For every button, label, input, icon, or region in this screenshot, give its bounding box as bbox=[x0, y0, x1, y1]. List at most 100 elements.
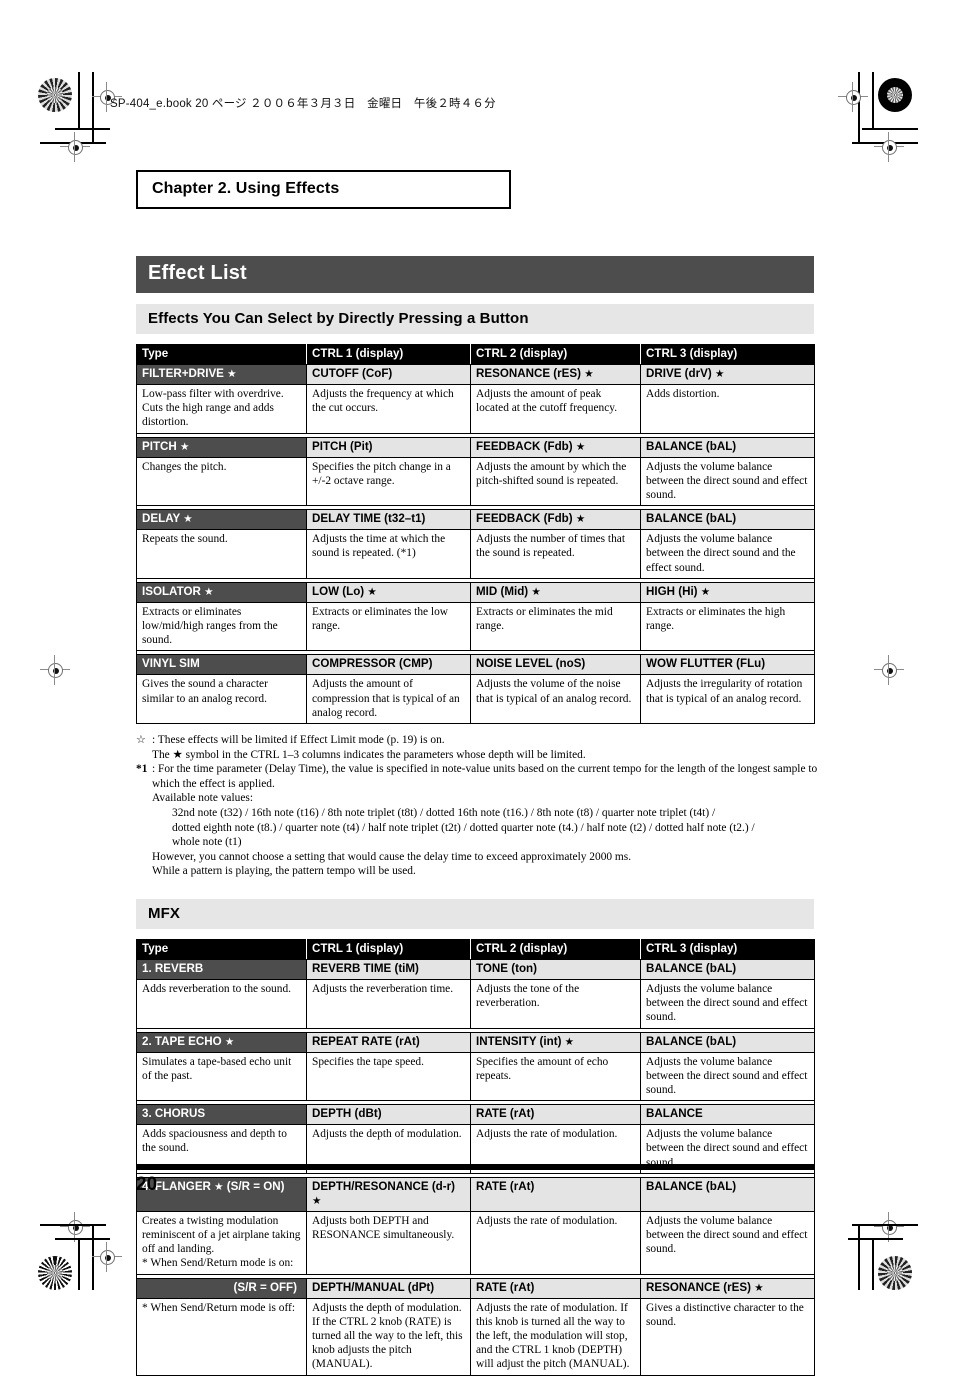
registration-rosette-top-right bbox=[878, 78, 912, 112]
ctrl-2-description-cell: Adjusts the amount of peak located at th… bbox=[470, 384, 641, 434]
page-title: Effect List bbox=[136, 256, 814, 293]
footnote-1-values-line2: dotted eighth note (t8.) / quarter note … bbox=[172, 821, 755, 834]
trim-mark-bottom-left-h2 bbox=[55, 1238, 110, 1240]
ctrl-1-description-cell: Adjusts both DEPTH and RESONANCE simulta… bbox=[306, 1211, 471, 1275]
table-row: PITCH ★ PITCH (Pit) FEEDBACK (Fdb) ★ BALANC… bbox=[136, 436, 815, 458]
column-header-0: Type bbox=[136, 938, 307, 960]
table-row-description: Low-pass filter with overdrive. Cuts the… bbox=[136, 384, 815, 434]
effect-type-cell: FILTER+DRIVE ★ bbox=[136, 364, 307, 385]
column-header-3: CTRL 3 (display) bbox=[640, 938, 815, 960]
registration-mark-top-right bbox=[874, 132, 904, 162]
ctrl-2-param-cell: RATE (rAt) bbox=[470, 1104, 641, 1126]
effect-description-cell: Creates a twisting modulation reminiscen… bbox=[136, 1211, 307, 1275]
ctrl-2-description-cell: Adjusts the tone of the reverberation. bbox=[470, 979, 641, 1029]
footnote-star-key: ☆ bbox=[136, 733, 146, 747]
ctrl-2-param-cell: NOISE LEVEL (noS) bbox=[470, 654, 641, 676]
registration-rosette-top-left bbox=[38, 78, 72, 112]
ctrl-1-param-cell: CUTOFF (CoF) bbox=[306, 364, 471, 385]
registration-mark-bottom-left-outer bbox=[92, 1242, 122, 1272]
ctrl-2-param-cell: FEEDBACK (Fdb) ★ bbox=[470, 436, 641, 458]
table-row-description: Simulates a tape-based echo unit of the … bbox=[136, 1052, 815, 1102]
column-header-3: CTRL 3 (display) bbox=[640, 344, 815, 365]
footnote-1-line3: However, you cannot choose a setting tha… bbox=[152, 850, 632, 863]
effect-type-cell: PITCH ★ bbox=[136, 436, 307, 458]
footnotes: ☆ : These effects will be limited if Eff… bbox=[136, 733, 826, 879]
section-heading-direct-buttons: Effects You Can Select by Directly Press… bbox=[136, 304, 814, 334]
ctrl-3-param-cell: BALANCE (bAL) bbox=[640, 1031, 815, 1053]
trim-mark-bottom-left-h bbox=[40, 1224, 106, 1226]
effect-description-cell: Simulates a tape-based echo unit of the … bbox=[136, 1052, 307, 1102]
registration-mark-left-middle bbox=[40, 655, 70, 685]
ctrl-1-description-cell: Specifies the pitch change in a +/-2 oct… bbox=[306, 457, 471, 507]
ctrl-2-param-cell: FEEDBACK (Fdb) ★ bbox=[470, 509, 641, 531]
effects-table-mfx: Type CTRL 1 (display) CTRL 2 (display) CTRL… bbox=[136, 938, 815, 1376]
registration-mark-top-right-outer bbox=[838, 82, 868, 112]
table-row: FILTER+DRIVE ★ CUTOFF (CoF) RESONANCE (rES… bbox=[136, 364, 815, 385]
trim-mark-top-left-v bbox=[78, 72, 80, 128]
ctrl-3-description-cell: Adjusts the volume balance between the d… bbox=[640, 457, 815, 507]
trim-mark-bottom-left-v2 bbox=[78, 1238, 80, 1290]
table-row-description: Gives the sound a character similar to a… bbox=[136, 674, 815, 725]
ctrl-3-description-cell: Adjusts the volume balance between the d… bbox=[640, 529, 815, 579]
ctrl-2-param-cell: TONE (ton) bbox=[470, 958, 641, 980]
trim-mark-top-right-h bbox=[862, 128, 918, 130]
table-row: ISOLATOR ★ LOW (Lo) ★ MID (Mid) ★ HIGH (Hi)… bbox=[136, 581, 815, 603]
page-slug: SP-404_e.book 20 ページ ２００６年３月３日 金曜日 午後２時４… bbox=[110, 98, 496, 110]
trim-mark-bottom-right-v2 bbox=[872, 1238, 874, 1290]
table-row: (S/R = OFF) DEPTH/MANUAL (dPt) RATE (rAt) R… bbox=[136, 1277, 815, 1299]
trim-mark-top-right-v bbox=[872, 72, 874, 128]
trim-mark-top-left-h bbox=[55, 128, 110, 130]
ctrl-3-description-cell: Extracts or eliminates the high range. bbox=[640, 602, 815, 652]
registration-rosette-bottom-right bbox=[878, 1256, 912, 1290]
page-number: 20 bbox=[136, 1174, 158, 1195]
ctrl-1-param-cell: COMPRESSOR (CMP) bbox=[306, 654, 471, 676]
effects-table-direct: Type CTRL 1 (display) CTRL 2 (display) CTRL… bbox=[136, 344, 815, 725]
effect-description-cell: Repeats the sound. bbox=[136, 529, 307, 579]
trim-mark-bottom-right-h2 bbox=[848, 1238, 903, 1240]
ctrl-3-description-cell: Adds distortion. bbox=[640, 384, 815, 434]
column-header-2: CTRL 2 (display) bbox=[470, 938, 641, 960]
registration-rosette-bottom-left bbox=[38, 1256, 72, 1290]
table-row: 1. REVERB REVERB TIME (tiM) TONE (ton) BALA… bbox=[136, 958, 815, 980]
footnote-1: *1 : For the time parameter (Delay Time)… bbox=[136, 762, 826, 879]
footnote-star: ☆ : These effects will be limited if Eff… bbox=[136, 733, 826, 762]
ctrl-1-param-cell: PITCH (Pit) bbox=[306, 436, 471, 458]
section-heading-mfx: MFX bbox=[136, 898, 814, 929]
footnote-1-line1: : For the time parameter (Delay Time), t… bbox=[152, 763, 818, 790]
table-row-description: Adds reverberation to the sound. Adjusts … bbox=[136, 979, 815, 1029]
registration-mark-right-middle bbox=[874, 655, 904, 685]
effect-type-cell: VINYL SIM bbox=[136, 654, 307, 676]
ctrl-2-param-cell: RESONANCE (rES) ★ bbox=[470, 364, 641, 385]
footnote-star-line1: : These effects will be limited if Effec… bbox=[152, 734, 445, 747]
ctrl-1-description-cell: Adjusts the depth of modulation. If the … bbox=[306, 1298, 471, 1376]
ctrl-1-param-cell: REPEAT RATE (rAt) bbox=[306, 1031, 471, 1053]
footnote-1-line2: Available note values: bbox=[152, 792, 254, 805]
footnote-1-values-line3: whole note (t1) bbox=[172, 836, 242, 849]
table-row: DELAY ★ DELAY TIME (t32–t1) FEEDBACK (Fdb)… bbox=[136, 509, 815, 531]
ctrl-3-param-cell: HIGH (Hi) ★ bbox=[640, 581, 815, 603]
registration-mark-top-left bbox=[60, 132, 90, 162]
effect-description-cell: Low-pass filter with overdrive. Cuts the… bbox=[136, 384, 307, 434]
effect-description-cell: Changes the pitch. bbox=[136, 457, 307, 507]
ctrl-3-description-cell: Gives a distinctive character to the sou… bbox=[640, 1298, 815, 1376]
table-row-description: * When Send/Return mode is off: Adjusts t… bbox=[136, 1298, 815, 1376]
column-header-1: CTRL 1 (display) bbox=[306, 938, 471, 960]
ctrl-2-description-cell: Adjusts the amount by which the pitch-sh… bbox=[470, 457, 641, 507]
effect-type-cell: 2. TAPE ECHO ★ bbox=[136, 1031, 307, 1053]
ctrl-3-description-cell: Adjusts the volume balance between the d… bbox=[640, 979, 815, 1029]
chapter-title: Chapter 2. Using Effects bbox=[136, 170, 511, 209]
ctrl-2-description-cell: Adjusts the rate of modulation. bbox=[470, 1211, 641, 1275]
table-row: 2. TAPE ECHO ★ REPEAT RATE (rAt) INTENSITY… bbox=[136, 1031, 815, 1053]
effect-type-cell: DELAY ★ bbox=[136, 509, 307, 531]
effect-type-cell: 3. CHORUS bbox=[136, 1104, 307, 1126]
table-header-row: Type CTRL 1 (display) CTRL 2 (display) CTRL… bbox=[136, 344, 815, 365]
table-row-description: Repeats the sound. Adjusts the time at wh… bbox=[136, 529, 815, 579]
effect-description-cell: Adds reverberation to the sound. bbox=[136, 979, 307, 1029]
ctrl-2-description-cell: Extracts or eliminates the mid range. bbox=[470, 602, 641, 652]
ctrl-1-param-cell: DEPTH/MANUAL (dPt) bbox=[306, 1277, 471, 1299]
effect-type-cell: ISOLATOR ★ bbox=[136, 581, 307, 603]
ctrl-1-description-cell: Specifies the tape speed. bbox=[306, 1052, 471, 1102]
ctrl-1-param-cell: DEPTH (dBt) bbox=[306, 1104, 471, 1126]
page-footer: 20 bbox=[136, 1164, 814, 1196]
ctrl-1-description-cell: Adjusts the amount of compression that i… bbox=[306, 674, 471, 725]
